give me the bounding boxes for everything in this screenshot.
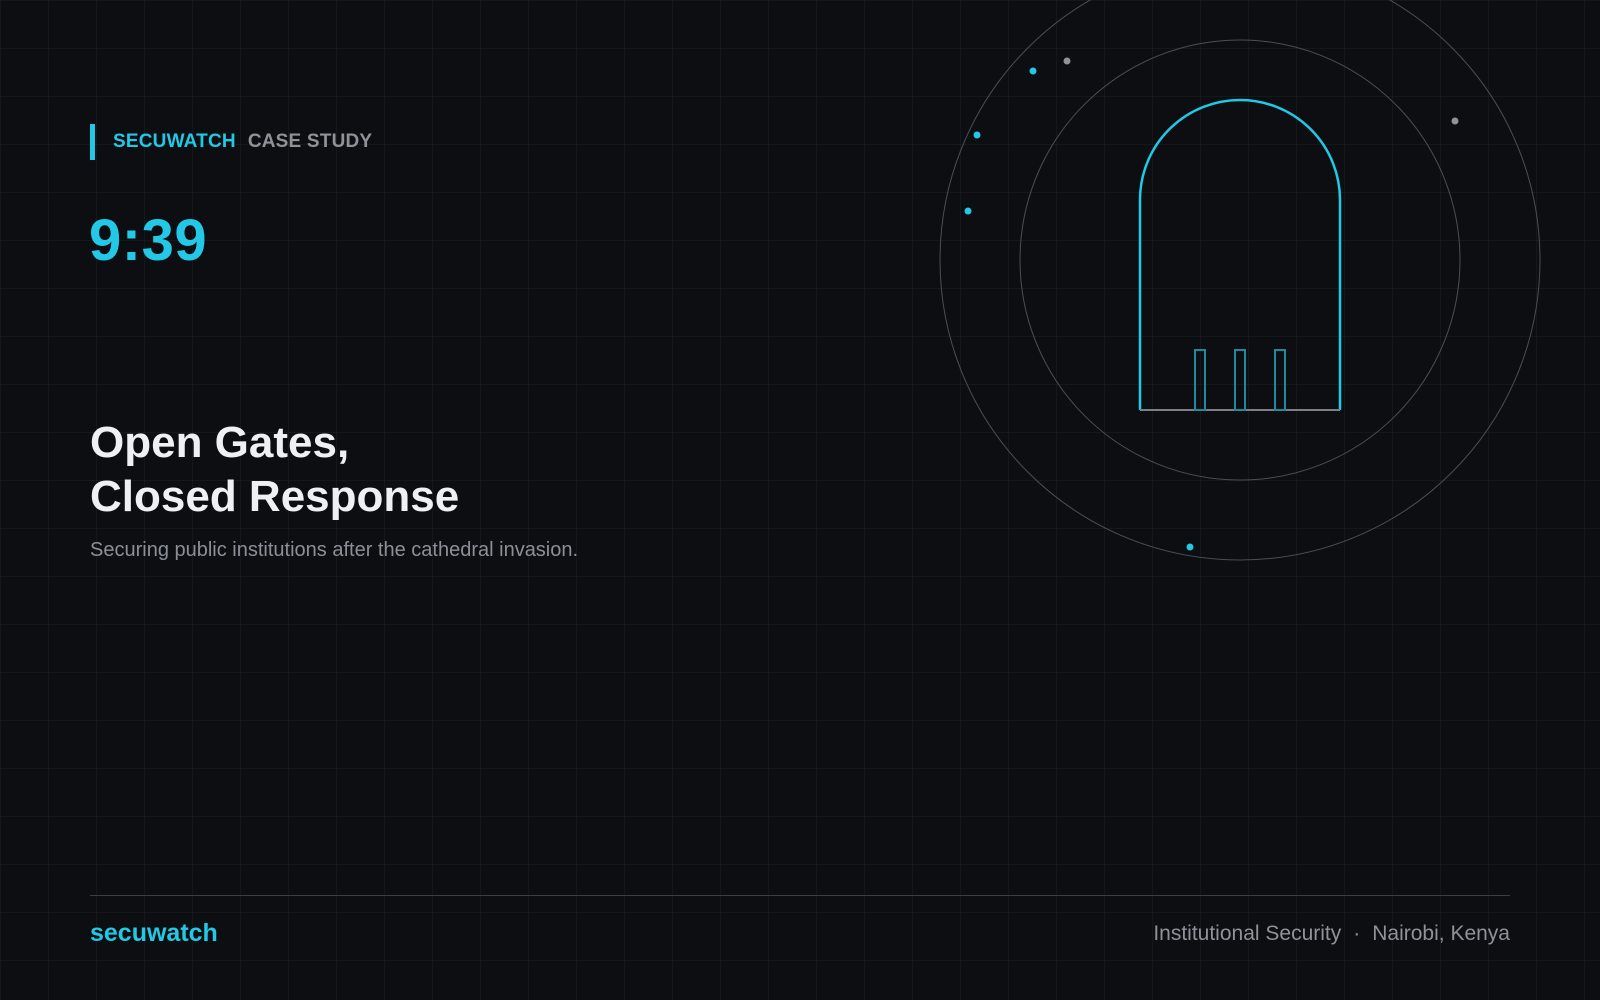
footer-brand: secuwatch bbox=[90, 919, 218, 947]
gate-arch bbox=[1138, 98, 1342, 410]
page-title: Open Gates, Closed Response bbox=[90, 416, 459, 524]
gate-bar-1 bbox=[1194, 349, 1206, 411]
footer-divider bbox=[90, 895, 1510, 896]
brand-label: SECUWATCH bbox=[113, 131, 236, 152]
orbit-dot bbox=[1451, 117, 1459, 125]
footer-location: Nairobi, Kenya bbox=[1372, 922, 1510, 945]
orbit-dot bbox=[964, 207, 972, 215]
footer-category: Institutional Security bbox=[1153, 922, 1342, 945]
page-subtitle: Securing public institutions after the c… bbox=[90, 539, 579, 561]
orbit-dot bbox=[1186, 543, 1194, 551]
inner-orbit-ring bbox=[1019, 39, 1461, 481]
page-title-line-2: Closed Response bbox=[90, 472, 460, 521]
time-display: 9:39 bbox=[89, 208, 208, 273]
orbit-dot bbox=[973, 131, 981, 139]
outer-orbit-ring bbox=[939, 0, 1541, 561]
gate-bar-3 bbox=[1274, 349, 1286, 411]
case-study-label: SECUWATCH CASE STUDY bbox=[90, 124, 372, 160]
case-study-tag: CASE STUDY bbox=[247, 131, 373, 152]
gate-bar-2 bbox=[1234, 349, 1246, 411]
cathedral-gate-icon bbox=[1138, 98, 1342, 411]
orbit-dot bbox=[1029, 67, 1037, 75]
page-title-line-1: Open Gates, bbox=[90, 418, 350, 467]
footer-meta: Institutional Security · Nairobi, Kenya bbox=[1153, 918, 1510, 950]
footer-separator: · bbox=[1353, 922, 1361, 945]
orbit-dot bbox=[1063, 57, 1071, 65]
